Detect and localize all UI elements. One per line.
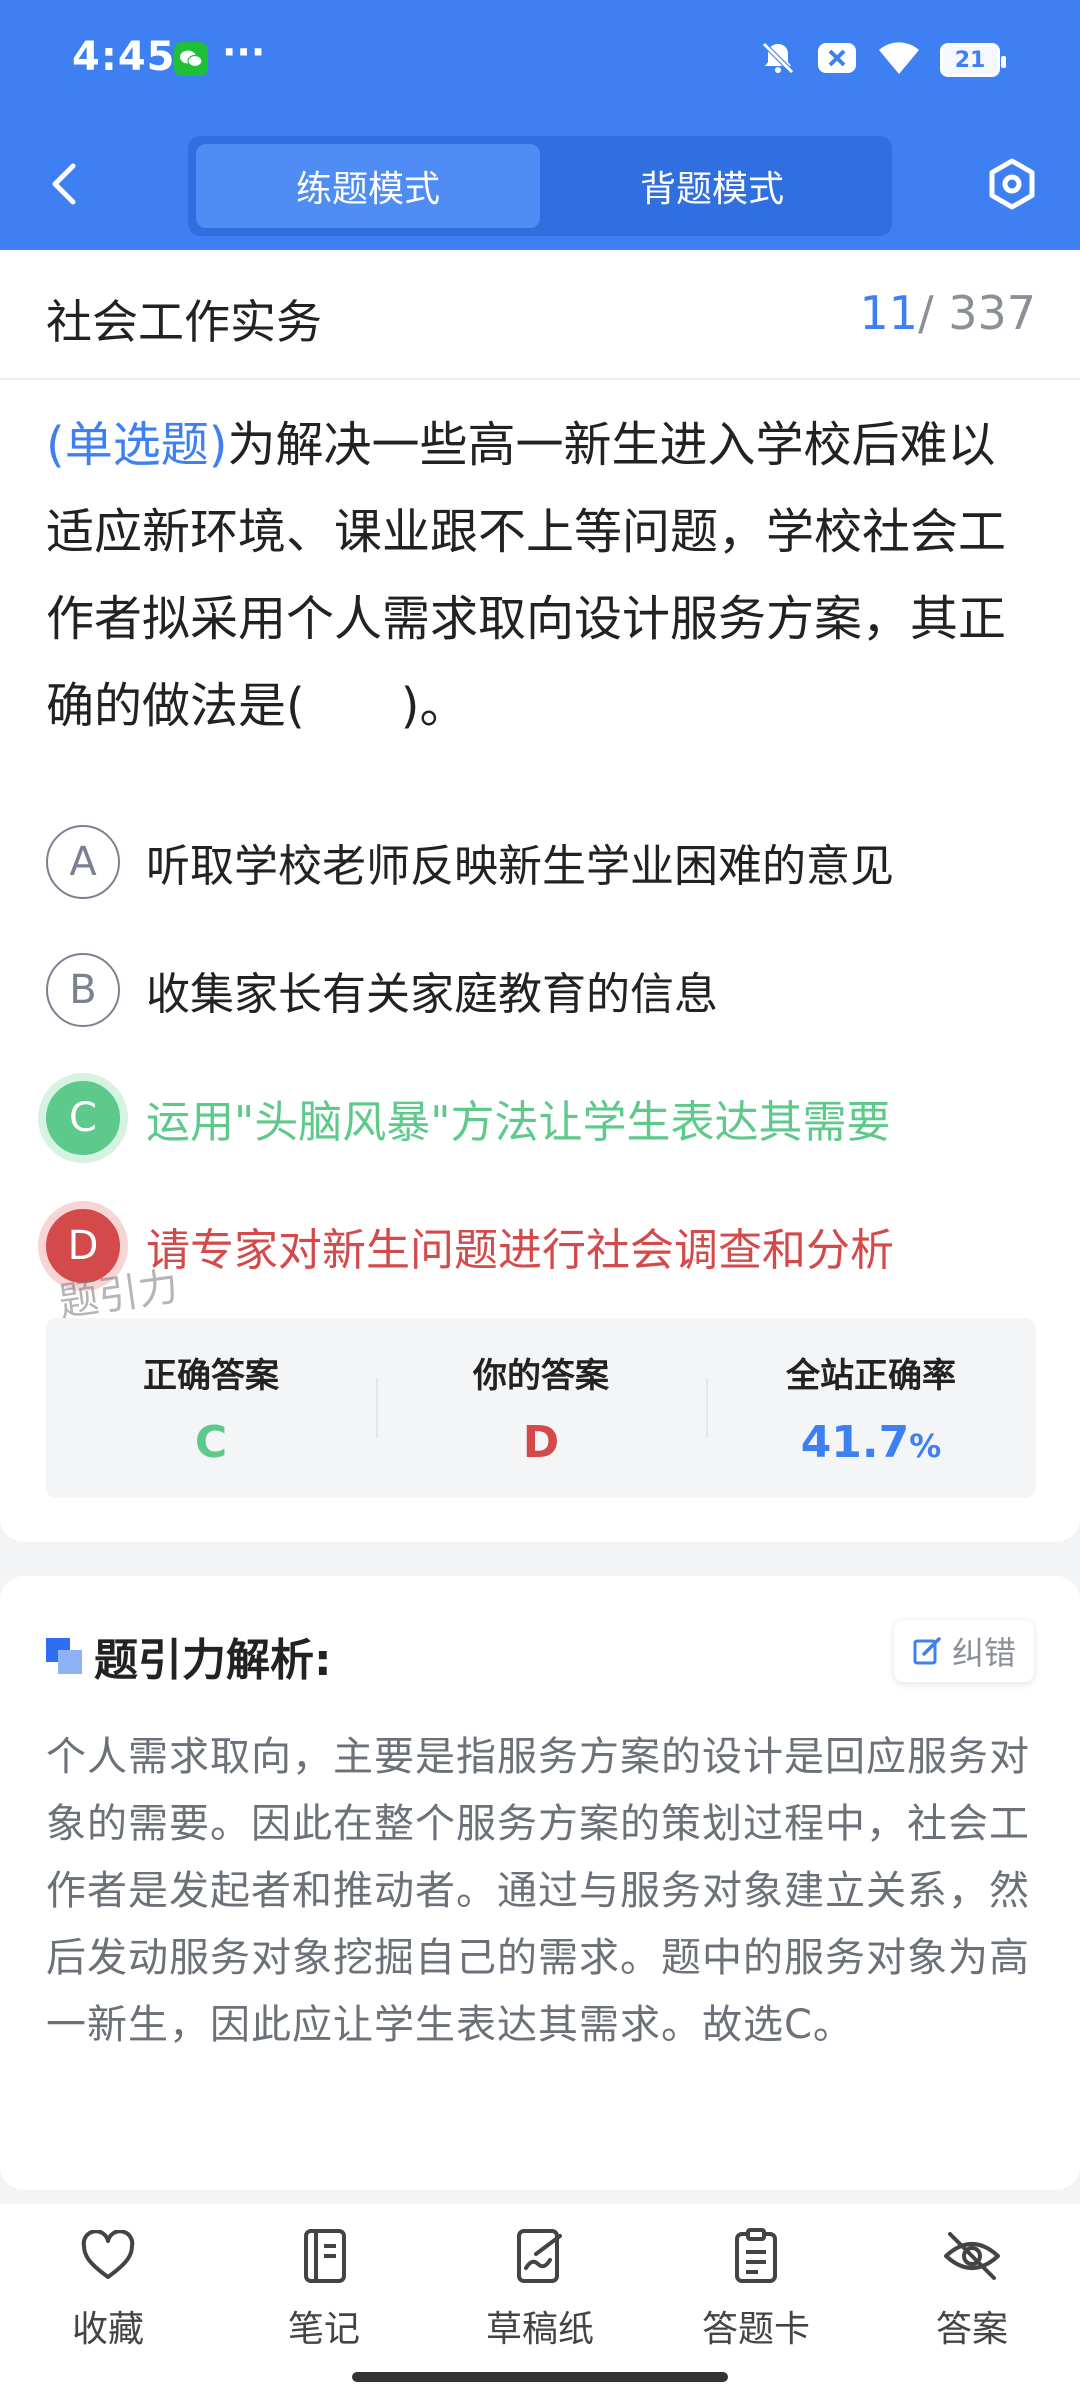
status-bar: 4:45 ··· 21 <box>0 0 1080 118</box>
options-list: A 听取学校老师反映新生学业困难的意见 B 收集家长有关家庭教育的信息 C 运用… <box>46 798 1036 1310</box>
answer-stats: 正确答案 C 你的答案 D 全站正确率 41.7% <box>46 1318 1036 1498</box>
mode-switch: 练题模式 背题模式 <box>188 136 892 236</box>
accuracy-rate-value: 41.7% <box>801 1417 942 1468</box>
question-counter: 11/ 337 <box>860 286 1036 340</box>
edit-icon <box>913 1637 941 1665</box>
analysis-text: 个人需求取向，主要是指服务方案的设计是回应服务对象的需要。因此在整个服务方案的策… <box>46 1734 1030 2048</box>
stat-label: 你的答案 <box>473 1356 609 1396</box>
question-type: (单选题) <box>46 417 228 473</box>
subject-title: 社会工作实务 <box>46 295 322 349</box>
eye-off-icon <box>942 2226 1002 2286</box>
nav-label: 答题卡 <box>701 2309 810 2350</box>
nav-label: 笔记 <box>287 2309 360 2350</box>
sim-off-icon <box>816 41 858 79</box>
draft-icon <box>510 2226 570 2286</box>
option-text: 听取学校老师反映新生学业困难的意见 <box>146 841 894 892</box>
chevron-left-icon <box>52 163 76 205</box>
back-button[interactable] <box>40 160 88 208</box>
mute-icon <box>758 38 798 82</box>
correct-answer-stat: 正确答案 C <box>46 1318 376 1498</box>
option-b[interactable]: B 收集家长有关家庭教育的信息 <box>46 926 1036 1054</box>
wechat-icon <box>174 42 208 76</box>
stat-label: 正确答案 <box>143 1356 279 1396</box>
accuracy-rate-stat: 全站正确率 41.7% <box>706 1318 1036 1498</box>
correct-answer-value: C <box>194 1417 228 1468</box>
your-answer-stat: 你的答案 D <box>376 1318 706 1498</box>
notebook-icon <box>294 2226 354 2286</box>
nav-label: 答案 <box>935 2309 1008 2350</box>
tab-memorize-mode[interactable]: 背题模式 <box>540 144 884 228</box>
option-letter: A <box>46 825 120 899</box>
option-a[interactable]: A 听取学校老师反映新生学业困难的意见 <box>46 798 1036 926</box>
bottom-nav: 收藏 笔记 草稿纸 答题卡 答案 <box>0 2204 1080 2400</box>
analysis-icon <box>46 1638 82 1674</box>
option-text: 收集家长有关家庭教育的信息 <box>146 969 718 1020</box>
your-answer-value: D <box>522 1417 560 1468</box>
status-time: 4:45 <box>72 34 176 80</box>
question-card: 社会工作实务 11/ 337 (单选题)为解决一些高一新生进入学校后难以适应新环… <box>0 250 1080 1542</box>
stat-label: 全站正确率 <box>786 1356 956 1396</box>
rate-unit: % <box>909 1427 942 1465</box>
battery-icon: 21 <box>940 43 1006 77</box>
option-text: 请专家对新生问题进行社会调查和分析 <box>146 1225 894 1276</box>
nav-favorite[interactable]: 收藏 <box>8 2226 208 2400</box>
nav-label: 草稿纸 <box>485 2309 594 2350</box>
total-questions: / 337 <box>918 286 1036 340</box>
report-error-label: 纠错 <box>951 1634 1016 1672</box>
subject-row: 社会工作实务 11/ 337 <box>0 250 1080 380</box>
tab-practice-mode[interactable]: 练题模式 <box>196 144 540 228</box>
heart-icon <box>78 2226 138 2286</box>
analysis-card: 题引力解析: 纠错 个人需求取向，主要是指服务方案的设计是回应服务对象的需要。因… <box>0 1576 1080 2190</box>
rate-number: 41.7 <box>800 1417 910 1468</box>
option-letter: B <box>46 953 120 1027</box>
report-error-button[interactable]: 纠错 <box>893 1620 1034 1682</box>
option-text: 运用"头脑风暴"方法让学生表达其需要 <box>146 1097 891 1148</box>
current-question-number: 11 <box>859 286 919 340</box>
option-letter: C <box>46 1081 120 1155</box>
nav-label: 收藏 <box>71 2309 144 2350</box>
wifi-icon <box>876 40 922 80</box>
analysis-title: 题引力解析: <box>94 1635 332 1686</box>
more-notifications-icon: ··· <box>222 30 266 74</box>
question-text: (单选题)为解决一些高一新生进入学校后难以适应新环境、课业跟不上等问题，学校社会… <box>46 402 1036 750</box>
option-c[interactable]: C 运用"头脑风暴"方法让学生表达其需要 <box>46 1054 1036 1182</box>
settings-icon <box>989 158 1035 210</box>
home-indicator[interactable] <box>352 2372 728 2382</box>
option-d[interactable]: D 请专家对新生问题进行社会调查和分析 <box>46 1182 1036 1310</box>
clipboard-icon <box>726 2226 786 2286</box>
top-bar: 4:45 ··· 21 练题模式 背题模式 <box>0 0 1080 250</box>
nav-answer[interactable]: 答案 <box>872 2226 1072 2400</box>
analysis-header: 题引力解析: <box>46 1624 332 1688</box>
settings-button[interactable] <box>984 156 1040 212</box>
